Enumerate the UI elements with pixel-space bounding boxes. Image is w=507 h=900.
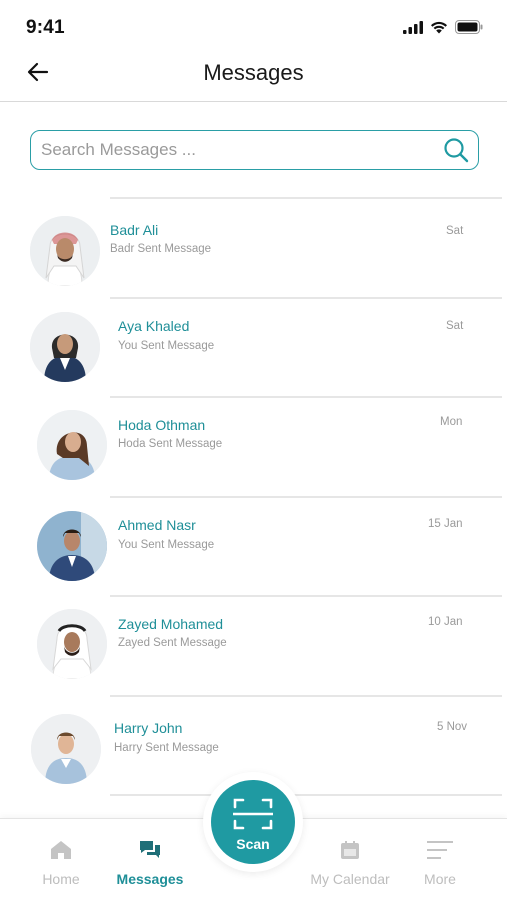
row-divider [110,495,502,498]
message-preview: Hoda Sent Message [118,438,223,450]
message-date: 5 Nov [437,720,468,733]
message-date: Sat [446,225,464,237]
nav-my-calendar[interactable]: My Calendar [300,837,400,887]
message-date: Mon [440,416,463,428]
nav-label: My Calendar [310,871,390,887]
avatar [31,713,101,784]
message-row[interactable]: Ahmed Nasr You Sent Message 15 Jan [0,495,507,596]
message-row[interactable]: Hoda Othman Hoda Sent Message Mon [0,396,507,496]
home-icon [11,837,111,863]
wifi-icon [430,20,448,39]
avatar [37,410,107,480]
scan-button[interactable]: Scan [211,780,295,864]
avatar [37,609,107,679]
message-date: 15 Jan [428,517,463,530]
message-date: Sat [446,319,464,332]
status-time: 9:41 [26,17,65,38]
scan-button-wrapper: Scan [203,772,303,872]
row-divider [110,595,502,597]
message-row[interactable]: Badr Ali Badr Sent Message Sat [0,197,507,297]
calendar-icon [300,837,400,863]
signal-icon [403,20,423,39]
message-preview: Harry Sent Message [114,741,219,754]
message-preview: Zayed Sent Message [118,637,227,649]
nav-label: Home [42,871,80,887]
status-icons [403,20,483,39]
header: Messages [0,50,507,102]
message-list: Badr Ali Badr Sent Message Sat Aya Khale… [0,197,507,814]
message-preview: You Sent Message [118,339,215,352]
search-input[interactable] [31,131,434,169]
contact-name: Hoda Othman [118,417,206,433]
battery-icon [455,20,483,39]
row-divider [110,197,502,199]
message-preview: Badr Sent Message [110,243,212,255]
contact-name: Aya Khaled [118,317,190,334]
row-divider [110,694,502,697]
search-bar [30,130,479,170]
avatar [30,216,100,286]
status-bar: 9:41 [0,0,507,50]
menu-lines-icon [390,837,490,863]
scan-frame-icon [231,797,275,836]
contact-name: Zayed Mohamed [118,616,224,632]
message-row[interactable]: Zayed Mohamed Zayed Sent Message 10 Jan [0,595,507,695]
message-row[interactable]: Aya Khaled You Sent Message Sat [0,296,507,397]
contact-name: Harry John [114,719,183,736]
message-date: 10 Jan [428,616,463,628]
page-title: Messages [203,60,304,85]
nav-label: Messages [116,871,184,887]
search-icon[interactable] [434,131,478,169]
nav-home[interactable]: Home [11,837,111,887]
chat-icon [100,837,200,863]
row-divider [110,296,502,299]
nav-label: More [424,871,456,887]
nav-more[interactable]: More [390,837,490,887]
scan-label: Scan [236,836,270,852]
avatar [30,311,100,382]
row-divider [110,794,502,796]
nav-messages[interactable]: Messages [100,837,200,887]
message-preview: You Sent Message [118,538,215,551]
avatar [37,510,107,581]
row-divider [110,396,502,398]
contact-name: Badr Ali [110,222,159,238]
contact-name: Ahmed Nasr [118,516,196,533]
